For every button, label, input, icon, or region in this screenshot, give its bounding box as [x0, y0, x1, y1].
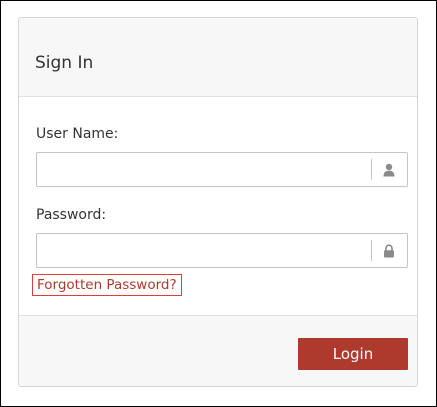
login-button[interactable]: Login: [298, 338, 408, 370]
username-label: User Name:: [36, 126, 119, 142]
password-input-group: [36, 233, 408, 268]
panel-title: Sign In: [35, 53, 94, 73]
window-frame: Sign In User Name: Password: Forgotten P…: [0, 0, 437, 407]
sign-in-panel: Sign In User Name: Password: Forgotten P…: [18, 17, 418, 387]
lock-icon: [371, 234, 407, 267]
password-label: Password:: [36, 207, 107, 223]
forgotten-password-link[interactable]: Forgotten Password?: [32, 274, 182, 296]
username-input[interactable]: [37, 153, 371, 186]
panel-header: Sign In: [19, 18, 417, 97]
password-input[interactable]: [37, 234, 371, 267]
user-icon: [371, 153, 407, 186]
username-input-group: [36, 152, 408, 187]
